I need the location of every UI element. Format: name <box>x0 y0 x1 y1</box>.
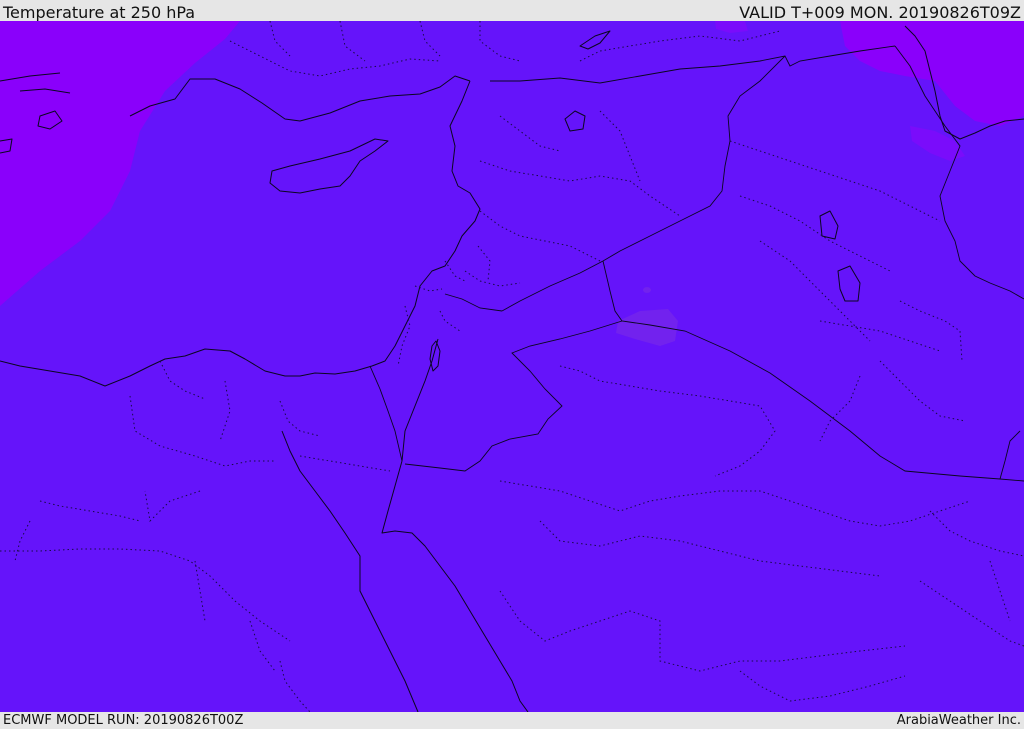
temperature-map[interactable] <box>0 21 1024 712</box>
map-title: Temperature at 250 hPa <box>3 3 196 22</box>
credit-label: ArabiaWeather Inc. <box>896 713 1021 728</box>
model-run-label: ECMWF MODEL RUN: 20190826T00Z <box>3 713 244 728</box>
temperature-field-patch-small <box>643 287 651 293</box>
map-frame: Temperature at 250 hPa VALID T+009 MON. … <box>0 0 1024 729</box>
valid-time-label: VALID T+009 MON. 20190826T09Z <box>739 3 1021 22</box>
